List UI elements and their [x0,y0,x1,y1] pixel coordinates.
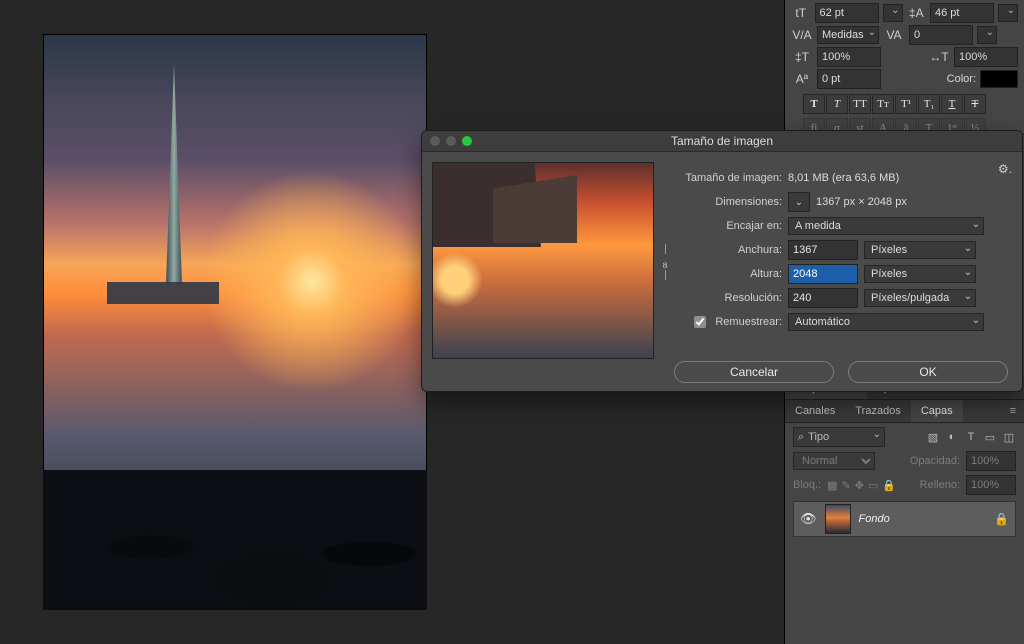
tracking-input[interactable] [909,25,973,45]
dialog-fields: ⚙︎. Tamaño de imagen: 8,01 MB (era 63,6 … [666,162,1012,360]
layer-thumbnail[interactable] [825,504,851,534]
height-unit-select[interactable]: Píxeles [864,265,976,283]
lock-label: Bloq.: [793,479,821,491]
font-size-icon: tT [791,4,811,22]
dimensions-unit-button[interactable]: ⌄ [788,192,810,212]
lock-pixels-icon[interactable]: ✎ [842,479,851,492]
layer-locked-icon: 🔒 [994,512,1009,526]
filter-pixel-icon[interactable]: ▧ [926,430,940,444]
opacity-input [966,451,1016,471]
allcaps-button[interactable]: TT [849,94,871,114]
image-size-label: Tamaño de imagen: [666,172,782,184]
kerning-icon: V/A [791,26,813,44]
kerning-select[interactable]: Medidas [817,26,879,44]
lock-transparent-icon[interactable]: ▩ [827,479,837,492]
dialog-titlebar[interactable]: Tamaño de imagen [422,131,1022,152]
dimensions-label: Dimensiones: [666,196,782,208]
height-input[interactable] [788,264,858,284]
dialog-title: Tamaño de imagen [422,134,1022,148]
superscript-button[interactable]: T¹ [895,94,917,114]
resample-select[interactable]: Automático [788,313,984,331]
tab-channels[interactable]: Canales [785,400,845,422]
dimensions-value: 1367 px × 2048 px [816,196,907,208]
document-canvas[interactable] [43,34,427,610]
resolution-input[interactable] [788,288,858,308]
photo-rocks-shape [43,470,427,610]
vscale-icon: ‡T [791,48,813,66]
resolution-unit-select[interactable]: Píxeles/pulgada [864,289,976,307]
fit-select[interactable]: A medida [788,217,984,235]
width-unit-select[interactable]: Píxeles [864,241,976,259]
fill-input [966,475,1016,495]
resolution-label: Resolución: [666,292,782,304]
subscript-button[interactable]: T₁ [918,94,940,114]
resample-checkbox[interactable] [694,316,706,328]
baseline-icon: Aª [791,70,813,88]
fill-label: Relleno: [920,479,960,491]
layer-kind-filter[interactable]: Tipo [793,427,885,447]
visibility-toggle-icon[interactable]: 👁 [800,511,817,527]
cancel-button[interactable]: Cancelar [674,361,834,383]
font-size-dropdown[interactable] [883,4,903,22]
height-label: Altura: [666,268,782,280]
dialog-preview[interactable] [432,162,654,359]
filter-shape-icon[interactable]: ▭ [983,430,997,444]
baseline-input[interactable] [817,69,881,89]
link-icon[interactable]: ₈ [662,254,668,270]
image-size-dialog: Tamaño de imagen ⚙︎. Tamaño de imagen: 8… [421,130,1023,392]
opacity-label: Opacidad: [910,455,960,467]
leading-icon: ‡A [907,4,927,22]
gear-icon[interactable]: ⚙︎. [998,162,1012,176]
ok-button[interactable]: OK [848,361,1008,383]
layer-name-label[interactable]: Fondo [859,513,987,525]
filter-adjust-icon[interactable]: ◐ [945,430,959,444]
blend-mode-select[interactable]: Normal [793,452,875,470]
faux-bold-button[interactable]: T [803,94,825,114]
vscale-input[interactable] [817,47,881,67]
lock-position-icon[interactable]: ✥ [855,479,864,492]
color-label: Color: [947,73,976,85]
hscale-icon: ↔T [928,48,950,66]
underline-button[interactable]: T [941,94,963,114]
filter-smart-icon[interactable]: ◫ [1002,430,1016,444]
lock-all-icon[interactable]: 🔒 [882,479,896,492]
hscale-input[interactable] [954,47,1018,67]
photo-tower-shape [166,64,182,296]
leading-input[interactable] [930,3,994,23]
tab-paths[interactable]: Trazados [845,400,910,422]
faux-italic-button[interactable]: T [826,94,848,114]
tracking-dropdown[interactable] [977,26,997,44]
resample-label: Remuestrear: [715,316,782,328]
image-size-value: 8,01 MB (era 63,6 MB) [788,172,899,184]
width-input[interactable] [788,240,858,260]
lock-artboard-icon[interactable]: ▭ [868,479,878,492]
layer-row-background[interactable]: 👁 Fondo 🔒 [793,501,1016,537]
width-label: Anchura: [666,244,782,256]
filter-type-icon[interactable]: T [964,430,978,444]
strike-button[interactable]: T [964,94,986,114]
smallcaps-button[interactable]: Tᴛ [872,94,894,114]
leading-dropdown[interactable] [998,4,1018,22]
text-color-swatch[interactable] [980,70,1018,88]
tab-layers[interactable]: Capas [911,400,963,422]
tracking-icon: VA [883,26,905,44]
photo-base-shape [107,282,219,304]
font-size-input[interactable] [815,3,879,23]
layers-panel-menu-icon[interactable]: ≡ [1002,405,1024,417]
fit-label: Encajar en: [666,220,782,232]
layers-panel-group: Canales Trazados Capas ≡ Tipo ▧ ◐ T ▭ ◫ … [785,399,1024,545]
character-panel: tT ‡A V/A Medidas VA ‡T ↔T Aª Color: [785,0,1024,134]
